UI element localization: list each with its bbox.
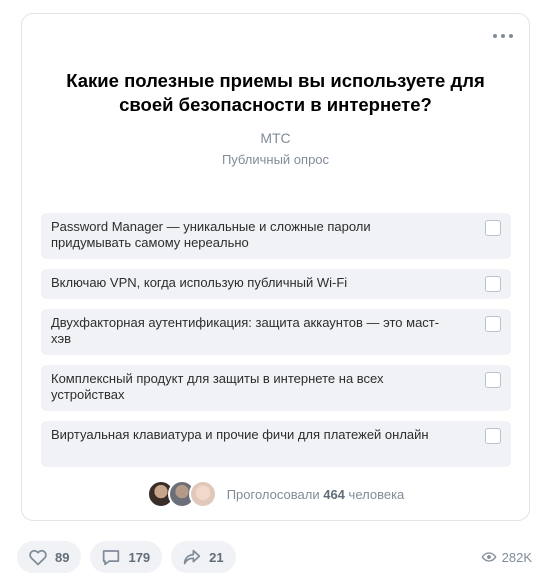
poll-option-label: Двухфакторная аутентификация: защита акк…: [51, 315, 440, 346]
comment-icon: [103, 550, 120, 566]
poll-author[interactable]: МТС: [22, 130, 529, 146]
voters-prefix: Проголосовали: [226, 486, 320, 502]
poll-option-label: Включаю VPN, когда использую публичный W…: [51, 275, 348, 290]
voters-text: Проголосовали 464 человека: [227, 487, 405, 502]
option-checkbox[interactable]: [485, 316, 501, 332]
poll-option-2[interactable]: Включаю VPN, когда использую публичный W…: [41, 269, 511, 299]
poll-option-5[interactable]: Виртуальная клавиатура и прочие фичи для…: [41, 421, 511, 467]
heart-icon: [29, 549, 47, 566]
share-count: 21: [209, 549, 224, 565]
poll-option-label: Виртуальная клавиатура и прочие фичи для…: [51, 427, 429, 442]
voter-avatars: [146, 480, 217, 508]
post-actions: 89 179 21: [17, 541, 245, 573]
voters-count: 464: [323, 486, 345, 502]
voters-summary[interactable]: Проголосовали 464 человека: [22, 480, 529, 508]
poll-option-label: Password Manager — уникальные и сложные …: [51, 219, 371, 250]
share-button[interactable]: 21: [171, 541, 236, 573]
eye-icon: [481, 552, 497, 562]
voters-suffix: человека: [348, 486, 405, 502]
more-options-icon[interactable]: [493, 32, 513, 40]
poll-option-1[interactable]: Password Manager — уникальные и сложные …: [41, 213, 511, 259]
comment-button[interactable]: 179: [90, 541, 163, 573]
views-counter: 282K: [481, 549, 532, 565]
avatar: [188, 480, 217, 508]
like-button[interactable]: 89: [17, 541, 82, 573]
share-icon: [183, 549, 201, 565]
option-checkbox[interactable]: [485, 372, 501, 388]
comment-count: 179: [128, 549, 151, 565]
poll-card: Какие полезные приемы вы используете для…: [21, 13, 530, 521]
like-count: 89: [55, 549, 70, 565]
option-checkbox[interactable]: [485, 276, 501, 292]
poll-type: Публичный опрос: [221, 152, 330, 167]
poll-option-label: Комплексный продукт для защиты в интерне…: [51, 371, 384, 402]
option-checkbox[interactable]: [485, 428, 501, 444]
option-checkbox[interactable]: [485, 220, 501, 236]
poll-option-3[interactable]: Двухфакторная аутентификация: защита акк…: [41, 309, 511, 355]
poll-option-4[interactable]: Комплексный продукт для защиты в интерне…: [41, 365, 511, 411]
poll-question: Какие полезные приемы вы используете для…: [66, 70, 485, 115]
views-count: 282K: [501, 549, 532, 565]
